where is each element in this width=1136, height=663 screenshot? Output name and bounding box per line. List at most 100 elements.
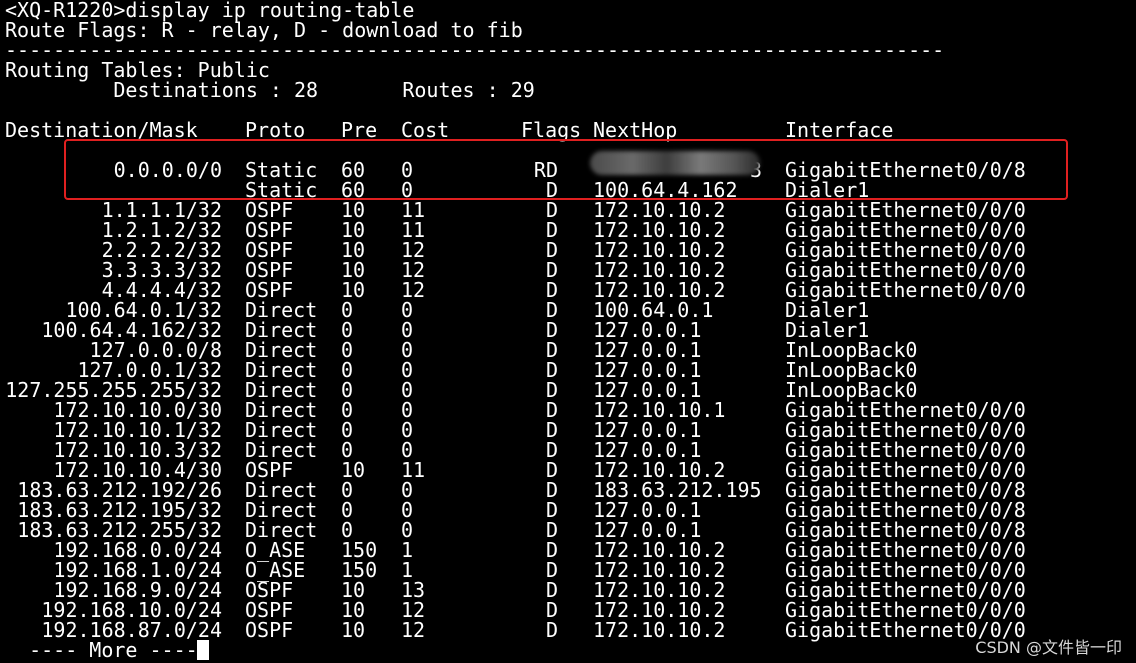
route-preference: 0 <box>341 478 354 502</box>
route-flags-legend: Route Flags: R - relay, D - download to … <box>5 18 523 42</box>
route-nexthop: 172.10.10.2 <box>593 458 726 482</box>
route-cost: 0 <box>401 418 414 442</box>
default-route-highlight-box <box>64 139 1068 200</box>
route-cost: 11 <box>401 198 426 222</box>
route-destination: 100.64.4.162/32 <box>41 318 222 342</box>
route-preference: 0 <box>341 518 354 542</box>
table-row: 183.63.212.192/26 Direct 0 0 D 183.63.212.195… <box>0 480 1136 500</box>
route-interface: GigabitEthernet0/0/8 <box>785 518 1026 542</box>
route-destination: 1.1.1.1/32 <box>101 198 222 222</box>
command-prompt-line: <XQ-R1220>display ip routing-table <box>5 0 415 22</box>
route-preference: 10 <box>341 258 366 282</box>
terminal-window[interactable]: <XQ-R1220>display ip routing-table Route… <box>0 0 1136 663</box>
route-interface: GigabitEthernet0/0/0 <box>785 438 1026 462</box>
route-interface: GigabitEthernet0/0/0 <box>785 538 1026 562</box>
route-interface: GigabitEthernet0/0/0 <box>785 398 1026 422</box>
route-flags: D <box>545 598 558 622</box>
route-destination: 192.168.87.0/24 <box>41 618 222 642</box>
route-proto: Direct <box>245 518 318 542</box>
route-destination: 172.10.10.0/30 <box>53 398 222 422</box>
route-flags: D <box>545 298 558 322</box>
route-nexthop: 172.10.10.2 <box>593 238 726 262</box>
route-preference: 10 <box>341 578 366 602</box>
table-row: 172.10.10.4/30 OSPF 10 11 D 172.10.10.2 Gigabi… <box>0 460 1136 480</box>
route-proto: Direct <box>245 398 318 422</box>
route-proto: OSPF <box>245 618 294 642</box>
route-flags: D <box>545 358 558 382</box>
route-destination: 172.10.10.1/32 <box>53 418 222 442</box>
table-row: 2.2.2.2/32 OSPF 10 12 D 172.10.10.2 GigabitEth… <box>0 240 1136 260</box>
route-cost: 0 <box>401 298 414 322</box>
route-flags: D <box>545 518 558 542</box>
route-proto: Direct <box>245 438 318 462</box>
route-flags: D <box>545 558 558 582</box>
route-cost: 12 <box>401 258 426 282</box>
table-row: 3.3.3.3/32 OSPF 10 12 D 172.10.10.2 GigabitEth… <box>0 260 1136 280</box>
route-nexthop: 172.10.10.2 <box>593 258 726 282</box>
route-preference: 0 <box>341 398 354 422</box>
route-interface: InLoopBack0 <box>785 338 918 362</box>
route-nexthop: 127.0.0.1 <box>593 378 702 402</box>
route-preference: 0 <box>341 438 354 462</box>
route-interface: GigabitEthernet0/0/0 <box>785 218 1026 242</box>
route-cost: 0 <box>401 318 414 342</box>
route-nexthop: 127.0.0.1 <box>593 438 702 462</box>
route-flags: D <box>545 218 558 242</box>
route-proto: Direct <box>245 478 318 502</box>
route-interface: GigabitEthernet0/0/0 <box>785 458 1026 482</box>
route-proto: OSPF <box>245 278 294 302</box>
route-nexthop: 172.10.10.2 <box>593 278 726 302</box>
route-flags: D <box>545 238 558 262</box>
route-cost: 11 <box>401 218 426 242</box>
route-flags: D <box>545 578 558 602</box>
route-destination: 127.0.0.1/32 <box>77 358 223 382</box>
route-interface: GigabitEthernet0/0/0 <box>785 238 1026 262</box>
table-row: 1.2.1.2/32 OSPF 10 11 D 172.10.10.2 GigabitEth… <box>0 220 1136 240</box>
route-flags: D <box>545 618 558 642</box>
route-preference: 150 <box>341 538 378 562</box>
route-cost: 0 <box>401 438 414 462</box>
table-row: 183.63.212.255/32 Direct 0 0 D 127.0.0.1 Gigab… <box>0 520 1136 540</box>
table-row: 192.168.0.0/24 O_ASE 150 1 D 172.10.10.2 Gigab… <box>0 540 1136 560</box>
csdn-watermark: CSDN @文件皆一印 <box>975 638 1122 657</box>
route-proto: OSPF <box>245 218 294 242</box>
route-cost: 13 <box>401 578 426 602</box>
route-flags: D <box>545 498 558 522</box>
route-destination: 183.63.212.255/32 <box>17 518 222 542</box>
route-preference: 0 <box>341 338 354 362</box>
route-preference: 10 <box>341 238 366 262</box>
route-interface: GigabitEthernet0/0/0 <box>785 418 1026 442</box>
route-flags: D <box>545 438 558 462</box>
route-destination: 183.63.212.195/32 <box>17 498 222 522</box>
route-nexthop: 127.0.0.1 <box>593 338 702 362</box>
table-row: 4.4.4.4/32 OSPF 10 12 D 172.10.10.2 GigabitEth… <box>0 280 1136 300</box>
route-flags: D <box>545 278 558 302</box>
route-preference: 10 <box>341 598 366 622</box>
route-destination: 3.3.3.3/32 <box>101 258 222 282</box>
route-cost: 12 <box>401 598 426 622</box>
route-proto: Direct <box>245 358 318 382</box>
route-proto: O_ASE <box>245 538 306 562</box>
table-row: 192.168.87.0/24 OSPF 10 12 D 172.10.10.2 Gigab… <box>0 620 1136 640</box>
route-proto: Direct <box>245 378 318 402</box>
route-interface: Dialer1 <box>785 298 870 322</box>
route-interface: GigabitEthernet0/0/0 <box>785 578 1026 602</box>
route-proto: OSPF <box>245 198 294 222</box>
route-preference: 10 <box>341 198 366 222</box>
route-cost: 0 <box>401 498 414 522</box>
route-proto: OSPF <box>245 458 294 482</box>
table-row: 192.168.1.0/24 O_ASE 150 1 D 172.10.10.2 Gigab… <box>0 560 1136 580</box>
route-nexthop: 172.10.10.1 <box>593 398 726 422</box>
route-interface: GigabitEthernet0/0/0 <box>785 278 1026 302</box>
route-nexthop: 127.0.0.1 <box>593 358 702 382</box>
route-proto: Direct <box>245 298 318 322</box>
route-cost: 0 <box>401 478 414 502</box>
route-proto: Direct <box>245 498 318 522</box>
route-nexthop: 172.10.10.2 <box>593 578 726 602</box>
route-preference: 0 <box>341 498 354 522</box>
route-proto: OSPF <box>245 578 294 602</box>
route-interface: GigabitEthernet0/0/0 <box>785 258 1026 282</box>
more-prompt[interactable]: ---- More ---- <box>5 640 198 660</box>
route-cost: 0 <box>401 358 414 382</box>
route-preference: 0 <box>341 298 354 322</box>
